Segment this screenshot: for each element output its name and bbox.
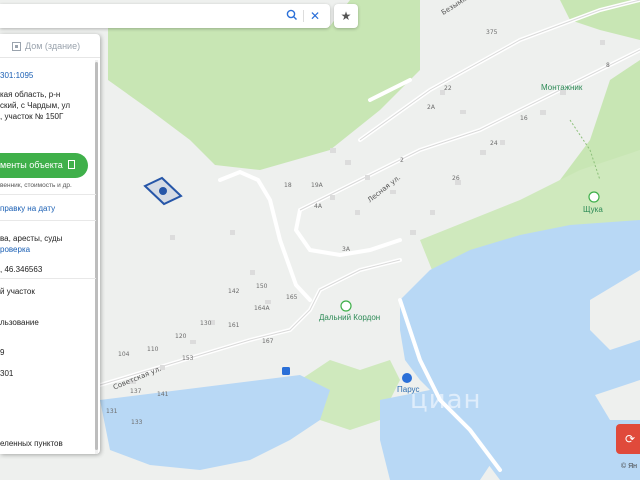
panel-title: Дом (здание) [0, 34, 100, 58]
poi-label-shchuka[interactable]: Щука [583, 205, 603, 214]
house-number: 19А [311, 182, 323, 189]
refresh-icon: ⟳ [624, 432, 636, 446]
house-number: 141 [157, 391, 169, 398]
search-bar[interactable]: ✕ [0, 4, 330, 28]
watermark: циан [410, 385, 482, 415]
house-number: 131 [106, 408, 118, 415]
house-number: 161 [228, 322, 240, 329]
property-field: 301 [0, 369, 14, 378]
house-number: 110 [147, 346, 159, 353]
docs-button-label: менты объекта [0, 160, 63, 170]
house-number: 22 [444, 85, 452, 92]
docs-hint: венник, стоимость и др. [0, 182, 72, 189]
document-icon [68, 160, 76, 169]
house-number: 16 [520, 115, 528, 122]
house-number: 3А [342, 246, 350, 253]
rights-text: ва, аресты, суды [0, 234, 63, 243]
house-number: 104 [118, 351, 130, 358]
panel-title-text: Дом (здание) [25, 41, 81, 51]
house-number: 4А [314, 203, 322, 210]
address-line: , участок № 150Г [0, 112, 64, 121]
star-icon: ★ [340, 9, 352, 23]
coordinates: , 46.346563 [0, 265, 43, 274]
house-number: 375 [486, 29, 498, 36]
check-link[interactable]: роверка [0, 245, 30, 254]
house-number: 150 [256, 283, 268, 290]
favorite-button[interactable]: ★ [334, 4, 358, 28]
property-field: льзование [0, 318, 39, 327]
search-icon[interactable] [285, 9, 299, 23]
object-documents-button[interactable]: менты объекта [0, 153, 88, 178]
close-icon[interactable]: ✕ [308, 9, 322, 23]
map-copyright[interactable]: © Ян [621, 463, 637, 470]
house-number: 2А [427, 104, 435, 111]
poi-label-dalniy-kordon[interactable]: Дальний Кордон [319, 313, 380, 322]
scrollbar-thumb[interactable] [95, 62, 98, 450]
property-field: еленных пунктов [0, 439, 63, 448]
cadastral-number[interactable]: 301:1095 [0, 71, 33, 80]
house-number: 24 [490, 140, 498, 147]
house-number: 8 [606, 62, 610, 69]
refresh-button[interactable]: ⟳ [616, 424, 640, 454]
house-number: 153 [182, 355, 194, 362]
poi-label-montazhnik[interactable]: Монтажник [541, 83, 582, 92]
date-certificate-link[interactable]: правку на дату [0, 204, 55, 213]
house-number: 167 [262, 338, 274, 345]
property-info-panel: Дом (здание) 301:1095 кая область, р-н с… [0, 34, 100, 454]
house-number: 18 [284, 182, 292, 189]
house-number: 165 [286, 294, 298, 301]
address-line: кая область, р-н [0, 90, 61, 99]
house-number: 130 [200, 320, 212, 327]
divider [0, 194, 96, 195]
house-number: 137 [130, 388, 142, 395]
address-line: ский, с Чардым, ул [0, 101, 71, 110]
property-field: й участок [0, 287, 35, 296]
divider [0, 220, 96, 221]
building-icon [12, 42, 21, 51]
house-number: 2 [400, 157, 404, 164]
house-number: 26 [452, 175, 460, 182]
house-number: 164А [254, 305, 270, 312]
house-number: 142 [228, 288, 240, 295]
house-number: 120 [175, 333, 187, 340]
divider [0, 278, 96, 279]
property-field: 9 [0, 348, 5, 357]
search-divider [303, 10, 304, 22]
house-number: 133 [131, 419, 143, 426]
